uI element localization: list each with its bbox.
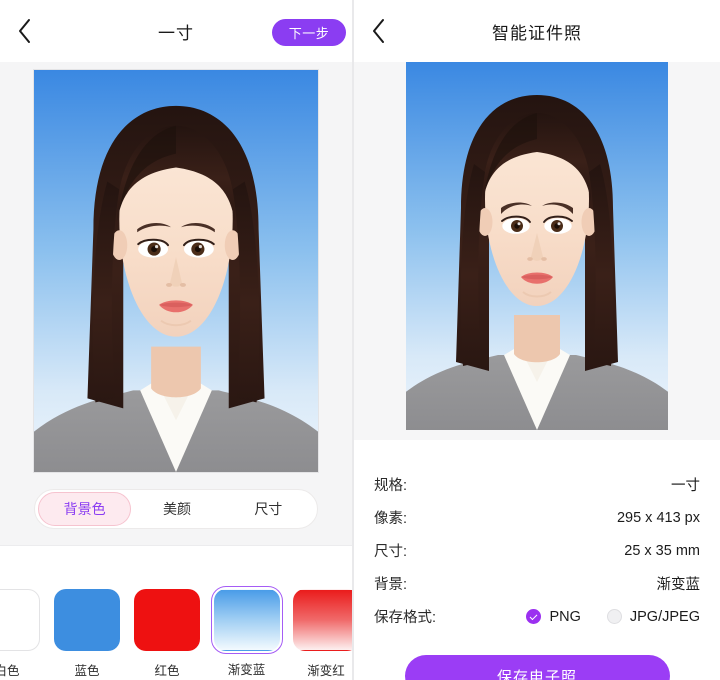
swatch-color-gradient-red <box>293 589 352 651</box>
left-panel-editor: 一寸 下一步 背景色 美颜 尺寸 白色 蓝色 红色 渐变蓝 渐变红 <box>0 0 352 680</box>
right-panel-result: 智能证件照 规格: 一寸 像素: 295 x 413 px 尺寸: 25 x 3… <box>354 0 720 680</box>
spec-key: 规格: <box>374 478 408 494</box>
spec-value: 25 x 35 mm <box>624 542 700 559</box>
chevron-left-icon <box>372 19 384 43</box>
portrait-photo-icon <box>34 70 318 472</box>
back-chevron-left-icon[interactable] <box>4 11 44 51</box>
page-title: 智能证件照 <box>492 23 582 43</box>
background-color-swatch-area: 白色 蓝色 红色 渐变蓝 渐变红 <box>0 546 352 680</box>
photo-result-preview[interactable] <box>406 62 668 430</box>
spec-key: 背景: <box>374 577 408 593</box>
app-screen: 一寸 下一步 背景色 美颜 尺寸 白色 蓝色 红色 渐变蓝 渐变红 智能证件照 … <box>0 0 720 680</box>
spec-value: 一寸 <box>671 478 700 494</box>
swatch-item-white[interactable]: 白色 <box>0 589 40 679</box>
format-key: 保存格式: <box>374 610 437 626</box>
next-step-button[interactable]: 下一步 <box>272 19 346 46</box>
swatch-label: 渐变蓝 <box>227 663 266 677</box>
swatch-color-blue <box>54 589 120 651</box>
format-option-jpg[interactable]: JPG/JPEG <box>606 608 700 625</box>
spec-value: 渐变蓝 <box>656 577 701 593</box>
radio-checked-icon <box>526 609 542 624</box>
swatch-label: 渐变红 <box>307 664 345 678</box>
spec-row-pixels: 像素: 295 x 413 px <box>374 501 700 534</box>
spec-key: 尺寸: <box>374 544 408 560</box>
swatch-item-red[interactable]: 红色 <box>134 589 200 679</box>
tab-beauty[interactable]: 美颜 <box>131 492 222 526</box>
radio-unchecked-icon <box>606 609 622 624</box>
chevron-left-icon <box>18 19 30 43</box>
tab-background-color[interactable]: 背景色 <box>38 492 132 526</box>
spec-row-dimensions: 尺寸: 25 x 35 mm <box>374 534 700 567</box>
save-button-wrap: 保存电子照 <box>374 655 700 680</box>
swatch-label: 红色 <box>154 664 180 678</box>
spec-key: 像素: <box>374 511 408 527</box>
swatch-scroll-row[interactable]: 白色 蓝色 红色 渐变蓝 渐变红 <box>0 585 352 679</box>
left-photo-area <box>0 62 352 473</box>
edit-tabs-area: 背景色 美颜 尺寸 <box>0 473 352 545</box>
format-option-label: JPG/JPEG <box>629 608 700 625</box>
spec-row-size-name: 规格: 一寸 <box>374 468 700 501</box>
swatch-color-red <box>134 589 200 651</box>
portrait-photo-icon <box>406 62 668 430</box>
right-photo-area <box>354 62 720 440</box>
left-header: 一寸 下一步 <box>0 0 352 62</box>
spec-value: 295 x 413 px <box>616 509 700 526</box>
format-row: 保存格式: PNG JPG/JPEG <box>374 600 700 633</box>
swatch-color-white <box>0 589 40 651</box>
photo-preview-large[interactable] <box>33 69 319 473</box>
swatch-label: 蓝色 <box>74 664 100 678</box>
save-photo-button[interactable]: 保存电子照 <box>404 655 670 680</box>
swatch-item-blue[interactable]: 蓝色 <box>54 589 120 679</box>
swatch-item-gradient-red[interactable]: 渐变红 <box>293 589 352 679</box>
swatch-item-gradient-blue[interactable]: 渐变蓝 <box>210 585 283 679</box>
back-chevron-right-icon[interactable] <box>358 11 398 51</box>
spec-list: 规格: 一寸 像素: 295 x 413 px 尺寸: 25 x 35 mm 背… <box>354 440 720 680</box>
right-header: 智能证件照 <box>354 0 720 62</box>
spec-row-background: 背景: 渐变蓝 <box>374 567 700 600</box>
swatch-color-gradient-blue <box>213 588 280 651</box>
tab-size[interactable]: 尺寸 <box>223 492 314 526</box>
format-option-png[interactable]: PNG <box>526 608 581 625</box>
swatch-label: 白色 <box>0 664 20 678</box>
format-options: PNG JPG/JPEG <box>526 609 700 625</box>
edit-mode-segmented-control[interactable]: 背景色 美颜 尺寸 <box>34 489 318 529</box>
format-option-label: PNG <box>549 608 581 625</box>
